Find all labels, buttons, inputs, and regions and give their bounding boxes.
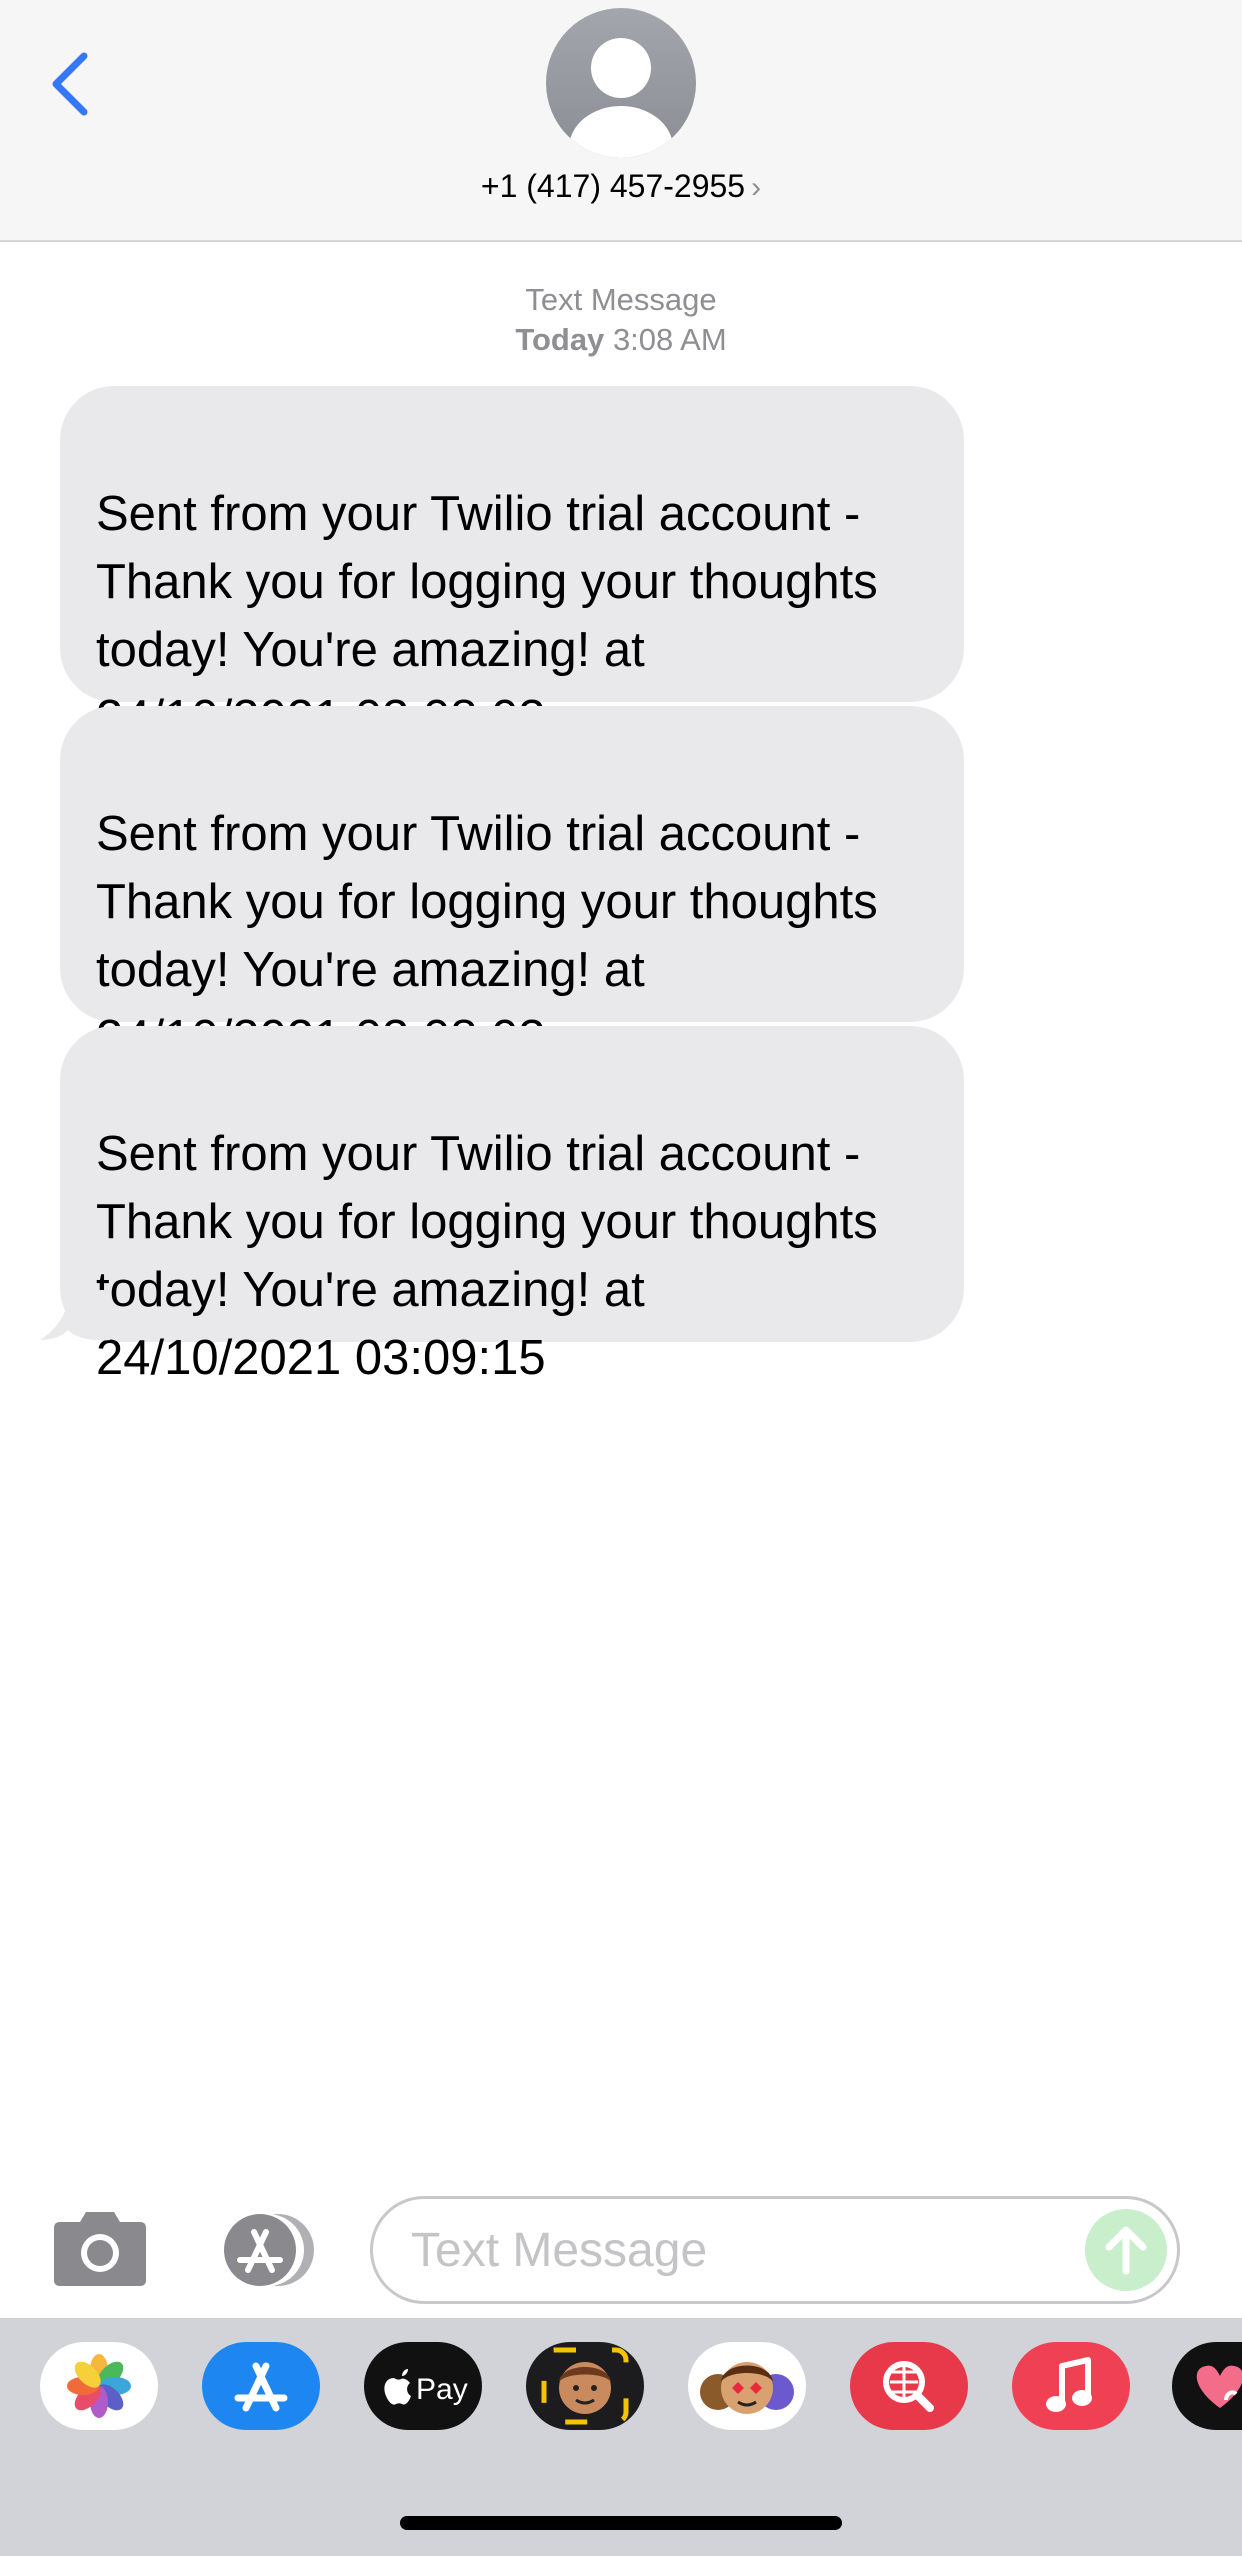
message-text: Sent from your Twilio trial account - Th… [96,1127,878,1385]
bubble-tail [40,1290,110,1341]
person-silhouette-icon [569,38,673,158]
contact-name-button[interactable]: +1 (417) 457-2955 › [0,168,1242,205]
music-app-icon[interactable] [1012,2342,1130,2430]
message-bubble[interactable]: Sent from your Twilio trial account - Th… [60,1026,964,1385]
back-chevron-icon[interactable] [40,44,100,124]
send-button[interactable] [1085,2209,1167,2291]
message-input-placeholder: Text Message [411,2224,708,2277]
camera-icon[interactable] [50,2208,150,2288]
memoji-stickers-app-icon[interactable] [688,2342,806,2430]
day-label: Today [515,322,605,357]
digital-touch-app-icon[interactable] [1172,2342,1242,2430]
time-label: 3:08 AM [612,322,727,357]
conversation-timestamp: Text Message Today 3:08 AM [0,280,1242,360]
message-bubble[interactable]: Sent from your Twilio trial account - Th… [60,386,964,745]
web-search-app-icon[interactable] [850,2342,968,2430]
arrow-up-icon [1105,2226,1147,2275]
chevron-right-icon: › [751,171,762,204]
conversation-header: +1 (417) 457-2955 › [0,0,1242,242]
memoji-app-icon[interactable] [526,2342,644,2430]
contact-number: +1 (417) 457-2955 [480,168,746,204]
message-bubble[interactable]: Sent from your Twilio trial account - Th… [60,706,964,1065]
message-input[interactable]: Text Message [370,2196,1180,2304]
contact-avatar[interactable] [546,8,696,158]
service-label: Text Message [525,282,717,317]
apple-pay-app-icon[interactable]: Pay [364,2342,482,2430]
apple-pay-label: Pay [416,2373,468,2406]
app-store-app-icon[interactable] [202,2342,320,2430]
home-indicator [400,2516,842,2530]
photos-app-icon[interactable] [40,2342,158,2430]
app-store-drawer-icon[interactable] [208,2210,318,2290]
